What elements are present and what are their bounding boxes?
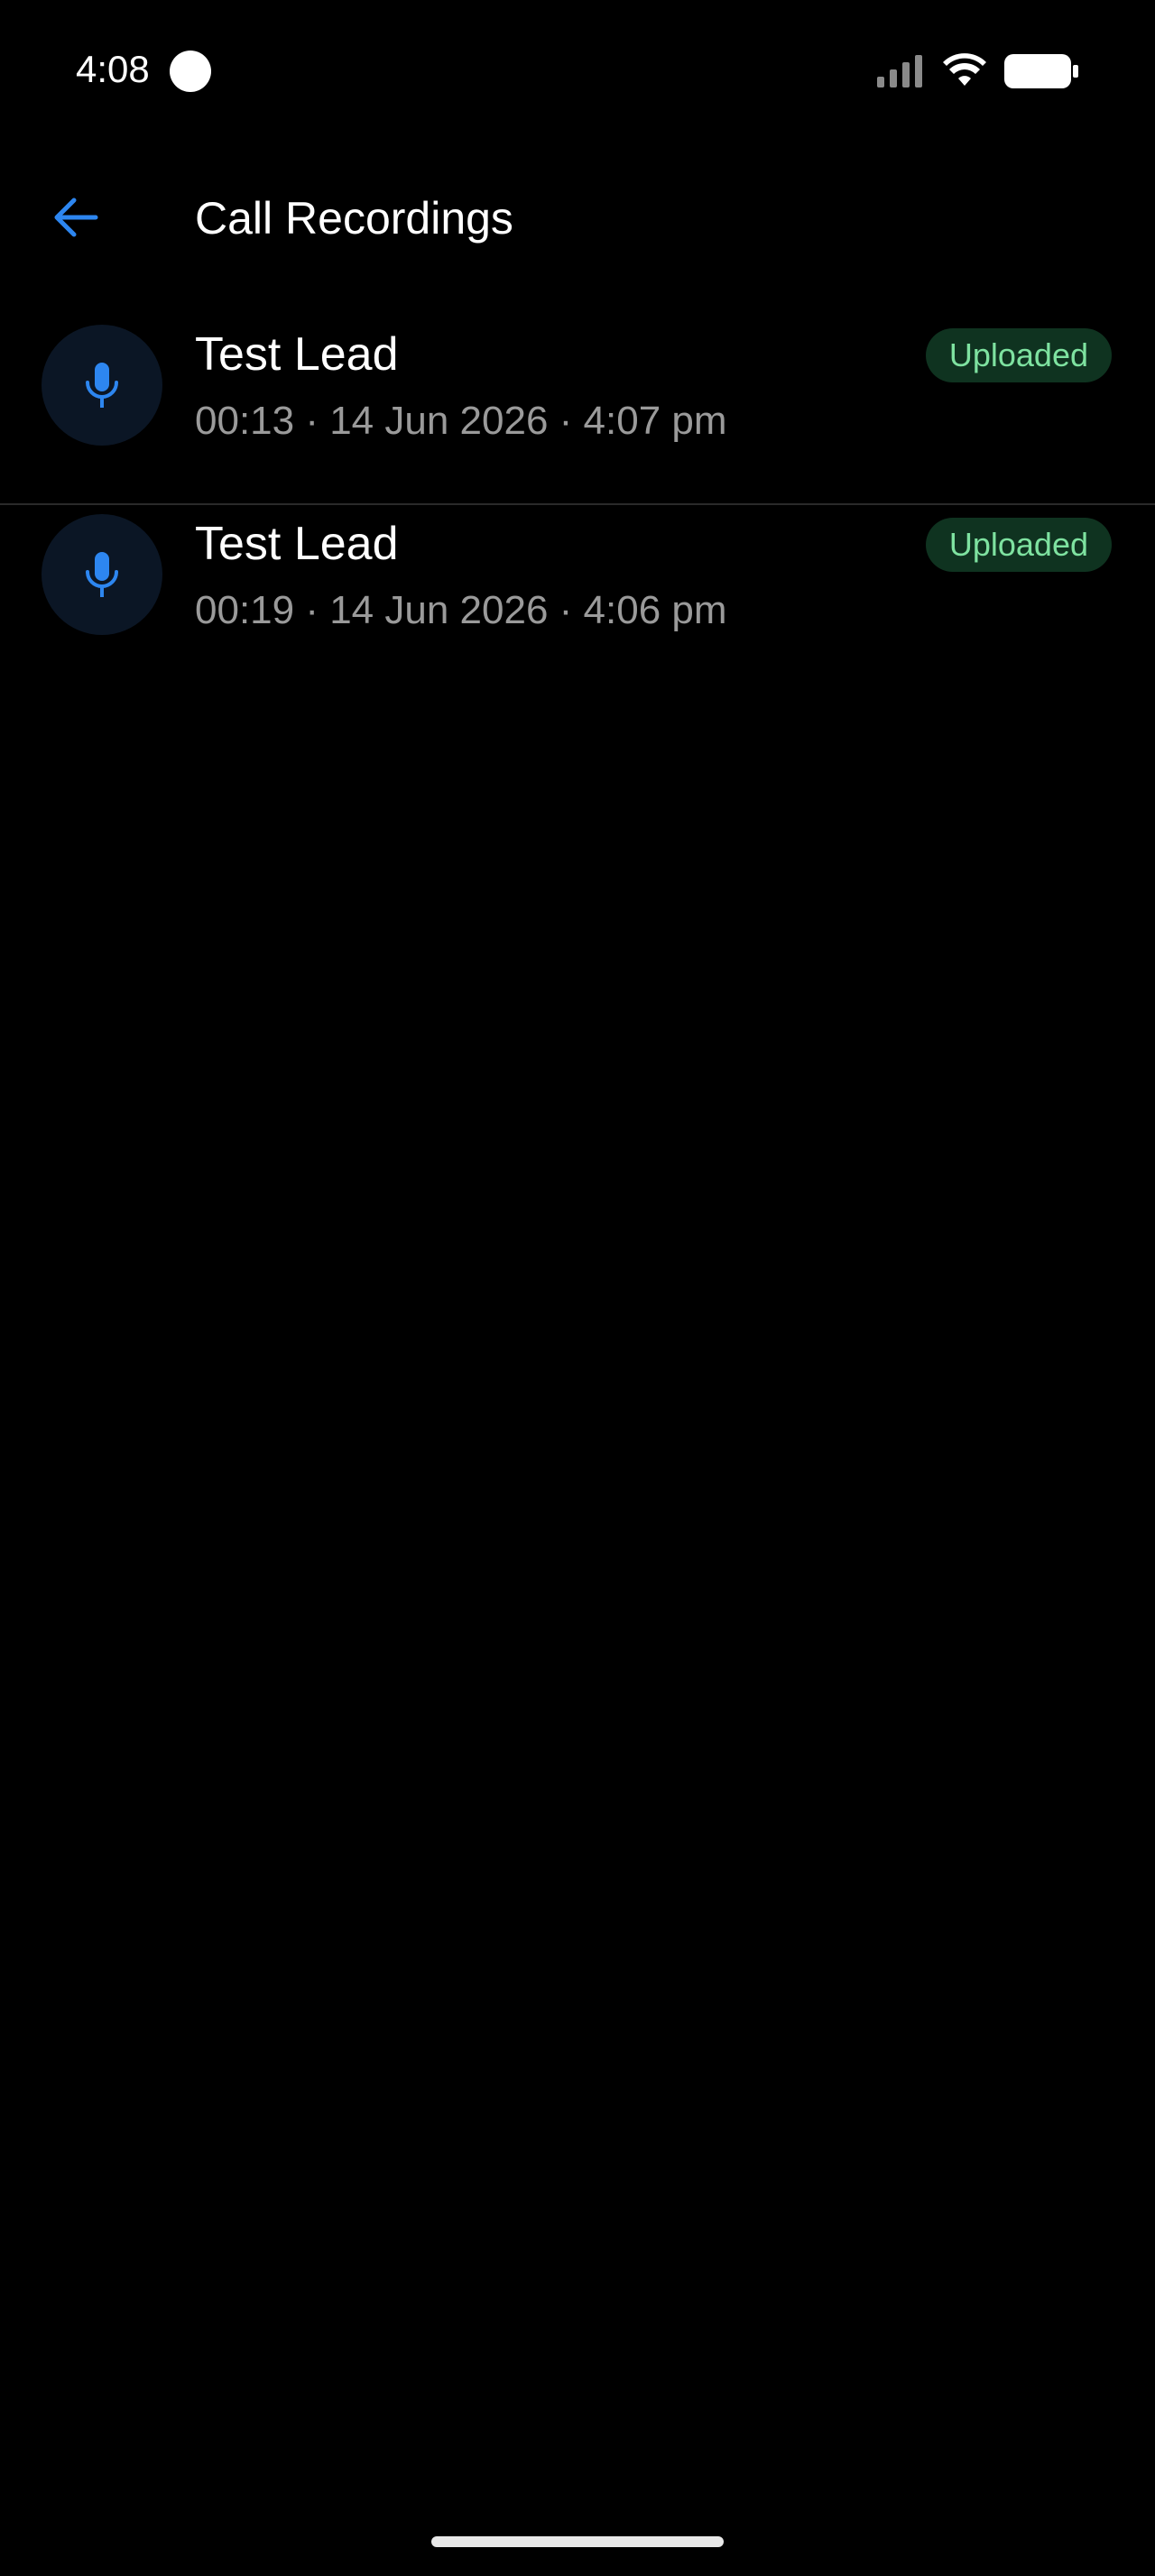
- status-icons: [875, 51, 1079, 92]
- wifi-icon: [943, 53, 986, 86]
- recording-title: Test Lead: [195, 518, 399, 570]
- recording-avatar: [42, 325, 162, 446]
- recording-item[interactable]: Test Lead 00:19 · 14 Jun 2026 · 4:06 pm …: [0, 505, 1155, 695]
- microphone-icon: [86, 552, 118, 597]
- status-badge: Uploaded: [925, 518, 1112, 572]
- signal-icon: [877, 55, 922, 87]
- home-indicator[interactable]: [431, 2536, 724, 2547]
- recording-list: Test Lead 00:13 · 14 Jun 2026 · 4:07 pm …: [0, 316, 1155, 695]
- status-time: 4:08: [76, 48, 150, 90]
- status-bar: 4:08: [0, 0, 1155, 135]
- battery-icon: [1004, 54, 1078, 88]
- back-button[interactable]: [40, 186, 112, 249]
- recording-avatar: [42, 514, 162, 635]
- call-recordings-screen: 4:08 Call Recordings Test Lead 00:13 · 1…: [0, 0, 1155, 2576]
- recording-meta: 00:13 · 14 Jun 2026 · 4:07 pm: [195, 399, 727, 443]
- app-bar: Call Recordings: [0, 168, 1155, 267]
- arrow-left-icon: [54, 198, 98, 237]
- status-badge: Uploaded: [925, 328, 1112, 382]
- page-title: Call Recordings: [195, 193, 513, 244]
- microphone-icon: [86, 363, 118, 408]
- recording-meta: 00:19 · 14 Jun 2026 · 4:06 pm: [195, 588, 727, 632]
- recording-title: Test Lead: [195, 328, 399, 381]
- recording-item[interactable]: Test Lead 00:13 · 14 Jun 2026 · 4:07 pm …: [0, 316, 1155, 505]
- notification-dot-icon: [170, 51, 211, 92]
